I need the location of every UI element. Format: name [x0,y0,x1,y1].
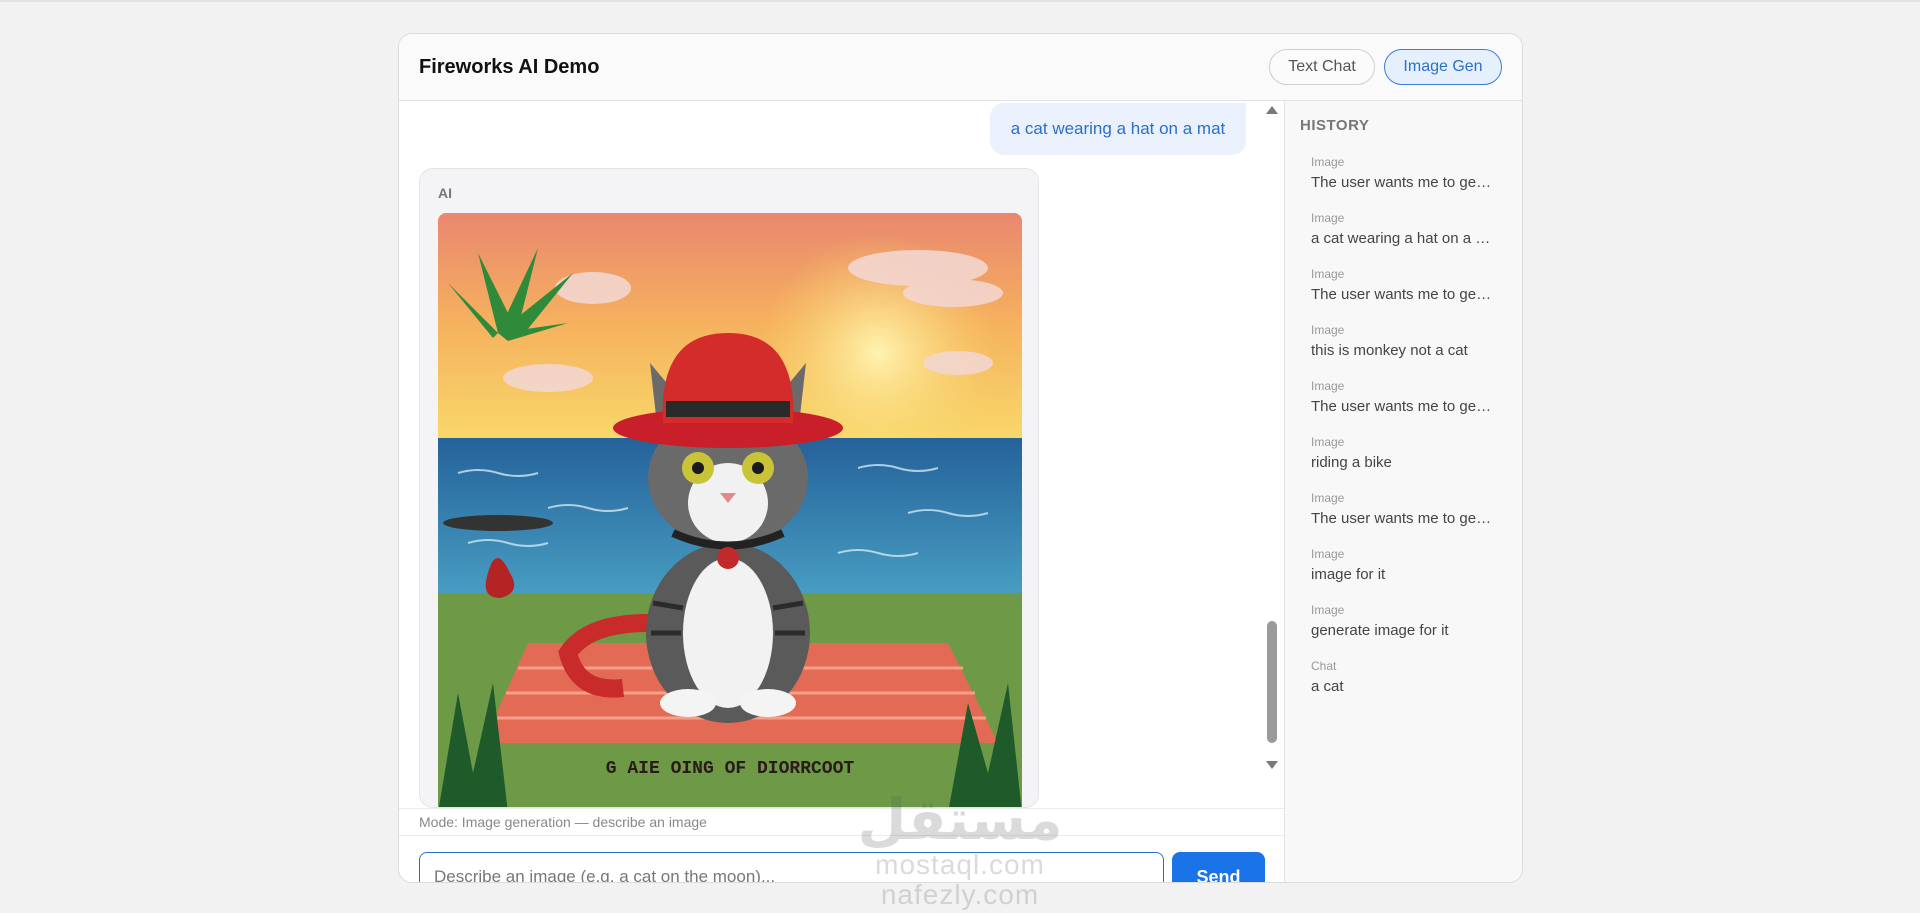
history-item[interactable]: Image The user wants me to ge… [1285,489,1522,545]
history-item[interactable]: Image The user wants me to ge… [1285,153,1522,209]
mode-indicator: Mode: Image generation — describe an ima… [399,808,1284,836]
history-item[interactable]: Chat a cat [1285,657,1522,713]
watermark-line-2: nafezly.com [880,879,1040,910]
prompt-input[interactable] [419,852,1164,882]
ai-message-card: AI G AIE OING OF DIORRCOOT [419,168,1039,808]
history-item-kind: Image [1311,211,1345,225]
history-sidebar: HISTORY Image The user wants me to ge… I… [1284,101,1522,882]
image-embedded-text: G AIE OING OF DIORRCOOT [606,759,855,779]
app-window: Fireworks AI Demo Text Chat Image Gen a … [398,33,1523,883]
history-item[interactable]: Image image for it [1285,545,1522,601]
history-list: Image The user wants me to ge… Image a c… [1285,153,1522,713]
history-item[interactable]: Image this is monkey not a cat [1285,321,1522,377]
history-item-kind: Image [1311,491,1345,505]
history-item-text: The user wants me to ge… [1311,286,1492,303]
history-title: HISTORY [1300,117,1370,134]
scroll-up-arrow-icon[interactable] [1266,106,1278,114]
history-item-kind: Image [1311,379,1345,393]
history-item-text: generate image for it [1311,622,1449,639]
history-item-kind: Image [1311,267,1345,281]
history-item-kind: Image [1311,323,1345,337]
send-button[interactable]: Send [1172,852,1265,882]
history-item-text: this is monkey not a cat [1311,342,1468,359]
history-item-text: a cat [1311,678,1344,695]
scroll-thumb[interactable] [1267,621,1277,743]
app-title: Fireworks AI Demo [419,56,600,78]
history-item-kind: Chat [1311,659,1337,673]
history-item-text: The user wants me to ge… [1311,398,1492,415]
history-item-text: The user wants me to ge… [1311,174,1492,191]
history-item-text: a cat wearing a hat on a … [1311,230,1491,247]
app-header: Fireworks AI Demo Text Chat Image Gen [399,34,1522,101]
history-item-kind: Image [1311,547,1345,561]
history-item[interactable]: Image The user wants me to ge… [1285,265,1522,321]
history-item[interactable]: Image riding a bike [1285,433,1522,489]
history-item[interactable]: Image The user wants me to ge… [1285,377,1522,433]
user-message-bubble: a cat wearing a hat on a mat [990,103,1246,155]
message-scrollbar[interactable] [1263,101,1281,808]
history-item-text: riding a bike [1311,454,1392,471]
history-item-kind: Image [1311,155,1345,169]
history-item[interactable]: Image a cat wearing a hat on a … [1285,209,1522,265]
chat-panel: a cat wearing a hat on a mat AI G AIE OI… [399,101,1284,882]
history-item-text: The user wants me to ge… [1311,510,1492,527]
scroll-down-arrow-icon[interactable] [1266,761,1278,769]
generated-image[interactable]: G AIE OING OF DIORRCOOT [438,213,1022,808]
history-item-text: image for it [1311,566,1386,583]
history-item[interactable]: Image generate image for it [1285,601,1522,657]
message-list[interactable]: a cat wearing a hat on a mat AI G AIE OI… [399,101,1284,808]
image-gen-button[interactable]: Image Gen [1384,49,1502,85]
text-chat-button[interactable]: Text Chat [1269,49,1375,85]
history-item-kind: Image [1311,603,1345,617]
ai-label: AI [438,185,452,201]
composer: Send [399,836,1284,882]
window-top-edge [0,0,1920,2]
history-item-kind: Image [1311,435,1345,449]
